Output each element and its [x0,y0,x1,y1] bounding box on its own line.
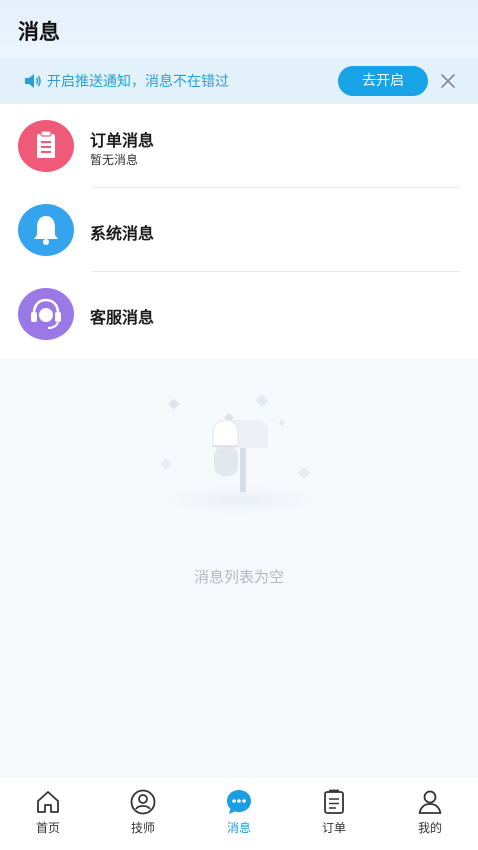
speaker-icon [24,73,42,89]
tab-label: 订单 [321,821,346,835]
service-message-item[interactable]: 客服消息 [0,272,478,356]
home-icon [13,788,83,816]
message-title: 订单消息 [90,131,155,150]
tab-messages[interactable]: 消息 [204,788,274,840]
enable-notification-button[interactable]: 去开启 [338,66,428,96]
message-title: 系统消息 [90,224,155,243]
technician-icon [108,788,178,816]
tab-label: 消息 [226,821,251,835]
tab-home[interactable]: 首页 [13,788,83,840]
headset-icon [18,288,74,340]
tab-orders[interactable]: 订单 [299,788,369,840]
empty-state-text: 消息列表为空 [193,568,284,586]
message-icon [204,788,274,816]
tab-label: 我的 [417,821,442,835]
mailbox-illustration [140,388,340,520]
tab-technician[interactable]: 技师 [108,788,178,840]
bottom-tab-bar: 首页 技师 消息 订单 我的 [0,778,478,850]
clipboard-icon [18,120,74,172]
header: 消息 [0,0,478,58]
notice-text: 开启推送通知，消息不在错过 [47,74,229,90]
tab-label: 首页 [35,821,60,835]
tab-label: 技师 [130,821,155,835]
push-notice-banner: 开启推送通知，消息不在错过 去开启 [0,58,478,104]
message-subtitle: 暂无消息 [90,153,139,167]
page-title: 消息 [18,20,60,44]
tab-profile[interactable]: 我的 [395,788,465,840]
message-title: 客服消息 [90,308,155,327]
order-icon [299,788,369,816]
profile-icon [395,788,465,816]
system-message-item[interactable]: 系统消息 [0,188,478,272]
close-icon[interactable] [438,71,458,91]
message-category-list: 订单消息 暂无消息 系统消息 客服消息 [0,104,478,358]
bell-icon [18,204,74,256]
order-message-item[interactable]: 订单消息 暂无消息 [0,104,478,188]
